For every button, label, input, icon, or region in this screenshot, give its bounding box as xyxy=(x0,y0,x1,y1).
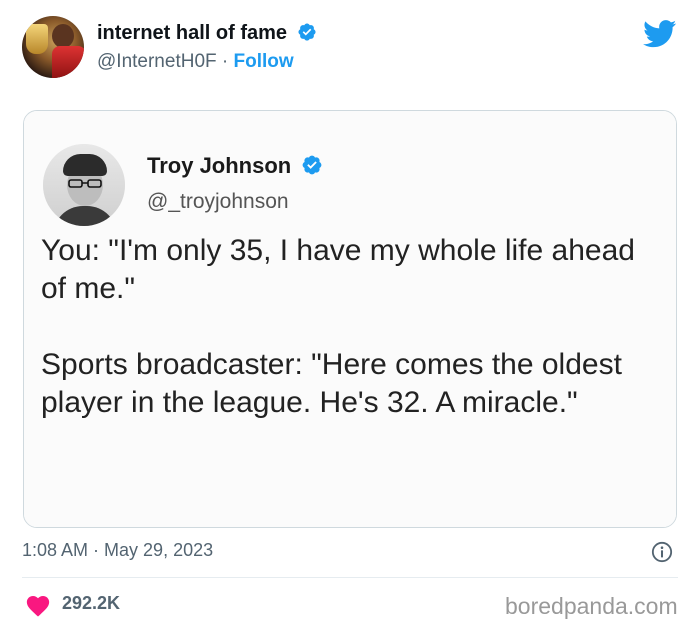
avatar-trophy xyxy=(26,24,48,54)
quoted-tweet-text: You: "I'm only 35, I have my whole life … xyxy=(41,232,666,422)
tweet-timestamp[interactable]: 1:08 AM · May 29, 2023 xyxy=(22,540,213,561)
twitter-bird-icon[interactable] xyxy=(643,20,677,48)
author-name-text: internet hall of fame xyxy=(97,22,288,44)
like-count[interactable]: 292.2K xyxy=(62,593,120,614)
author-name[interactable]: internet hall of fame xyxy=(97,22,317,45)
quoted-author-avatar xyxy=(43,144,125,226)
separator-dot: · xyxy=(221,51,229,72)
avatar-face xyxy=(52,24,74,48)
verified-badge-icon xyxy=(298,23,316,41)
quoted-text-line-1: You: "I'm only 35, I have my whole life … xyxy=(41,234,635,305)
author-handle[interactable]: @InternetH0F xyxy=(97,51,217,72)
author-handle-row: @InternetH0F · Follow xyxy=(97,51,294,73)
divider xyxy=(22,577,678,578)
heart-icon[interactable] xyxy=(25,593,51,617)
quoted-author-name-text: Troy Johnson xyxy=(147,153,292,178)
quoted-tweet-card[interactable]: Troy Johnson @_troyjohnson You: "I'm onl… xyxy=(23,110,677,528)
quoted-author-name: Troy Johnson xyxy=(147,153,323,179)
verified-badge-icon xyxy=(302,155,322,175)
quoted-author-handle: @_troyjohnson xyxy=(147,190,289,213)
quoted-text-line-2: Sports broadcaster: "Here comes the olde… xyxy=(41,348,622,419)
quoted-tweet-image: Troy Johnson @_troyjohnson You: "I'm onl… xyxy=(24,111,676,527)
follow-button[interactable]: Follow xyxy=(234,51,294,72)
watermark: boredpanda.com xyxy=(505,593,678,619)
info-icon[interactable] xyxy=(651,541,673,563)
avatar-jersey xyxy=(52,46,84,78)
author-avatar[interactable] xyxy=(22,16,84,78)
glasses-shape xyxy=(68,179,102,188)
